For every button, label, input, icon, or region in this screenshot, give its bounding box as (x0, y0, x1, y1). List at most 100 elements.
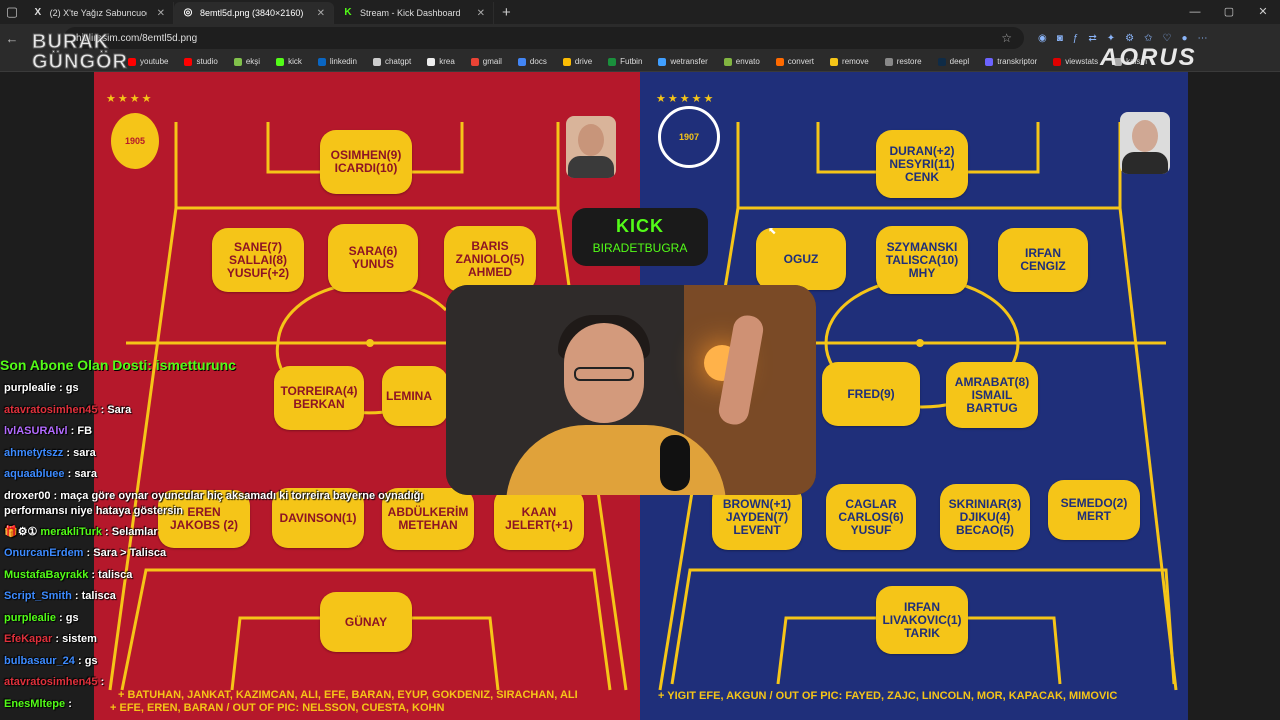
close-tab-icon[interactable]: ✕ (467, 8, 485, 19)
bookmark-favicon-icon (830, 57, 839, 66)
chat-badges-icon: 🎁⚙① (4, 525, 38, 538)
puzzle-icon[interactable]: ✦ (1107, 33, 1115, 44)
bookmark-item[interactable]: remove (830, 57, 869, 66)
tab-x[interactable]: X (2) X'te Yağız Sabuncuoğlu: "Mim ✕ (24, 2, 174, 24)
settings-icon[interactable]: ⚙ (1125, 33, 1134, 44)
chat-text: sara (73, 446, 96, 459)
chat-separator: : (65, 697, 72, 710)
bookmark-star-icon[interactable]: ☆ (1001, 31, 1012, 45)
camera-icon[interactable]: ◙ (1057, 33, 1063, 44)
bookmark-favicon-icon (937, 57, 946, 66)
bookmark-item[interactable]: convert (775, 57, 814, 66)
translate-icon[interactable]: ⇄ (1088, 33, 1096, 44)
chat-username[interactable]: purplealie (4, 612, 56, 624)
bookmark-item[interactable]: deepl (937, 57, 969, 66)
bookmark-favicon-icon (470, 57, 479, 66)
bookmark-item[interactable]: studio (184, 57, 218, 66)
function-icon[interactable]: ƒ (1073, 33, 1079, 44)
chat-username[interactable]: bulbasaur_24 (4, 655, 75, 667)
bookmark-label: gmail (482, 57, 502, 66)
chat-username[interactable]: EnesMltepe (4, 698, 65, 710)
profile-avatar[interactable]: ● (1181, 33, 1187, 44)
bookmark-favicon-icon (562, 57, 571, 66)
bookmark-item[interactable]: youtube (128, 57, 168, 66)
chat-separator: : (97, 676, 105, 688)
chat-message: MustafaBayrakk : talisca (0, 565, 470, 587)
bookmark-item[interactable]: linkedin (317, 57, 357, 66)
chat-username[interactable]: Script_Smith (4, 590, 72, 602)
chat-username[interactable]: lvlASURAlvl (4, 425, 68, 437)
bookmark-favicon-icon (233, 57, 242, 66)
streamer-logo: BURAK GÜNGÖR (32, 31, 128, 73)
tab-actions-icon[interactable]: ▢ (0, 4, 24, 20)
health-icon[interactable]: ♡ (1162, 33, 1171, 44)
tab-label: (2) X'te Yağız Sabuncuoğlu: "Mim (49, 8, 147, 18)
bookmark-item[interactable]: kick (276, 57, 302, 66)
bookmark-item[interactable]: wetransfer (658, 57, 708, 66)
bookmark-item[interactable]: Futbin (608, 57, 642, 66)
bookmark-item[interactable]: drive (562, 57, 593, 66)
maximize-icon[interactable]: ▢ (1212, 0, 1246, 24)
new-tab-button[interactable]: + (494, 4, 519, 21)
chat-username[interactable]: atavratosimhen45 (4, 404, 98, 416)
bookmark-label: linkedin (329, 57, 357, 66)
chat-message: Script_Smith : talisca (0, 586, 470, 608)
chat-separator: : (55, 382, 66, 394)
bookmark-item[interactable]: viewstats (1053, 57, 1098, 66)
bookmarks-bar: youtube studio ekşi kick linkedin chatgpt krea… (0, 52, 1280, 72)
minimize-icon[interactable]: — (1178, 0, 1212, 24)
close-window-icon[interactable]: ✕ (1246, 0, 1280, 24)
url-field[interactable]: hizliresim.com/8emtl5d.png ☆ (64, 27, 1024, 49)
kick-logo-icon: K (344, 7, 352, 18)
tab-image[interactable]: ◎ 8emtl5d.png (3840×2160) ✕ (174, 2, 334, 24)
chat-username[interactable]: EfeKapar (4, 633, 52, 645)
favorites-icon[interactable]: ✩ (1144, 33, 1152, 44)
bookmark-favicon-icon (775, 57, 784, 66)
close-tab-icon[interactable]: ✕ (147, 8, 165, 19)
bookmark-label: docs (529, 57, 547, 66)
chat-text: Sara > Talisca (93, 547, 167, 559)
chat-separator: : (97, 403, 108, 416)
mouse-cursor-icon: ⬉ (768, 226, 777, 237)
fb-right-wing: IRFAN CENGIZ (998, 228, 1088, 292)
bookmark-item[interactable]: transkriptor (985, 57, 1037, 66)
chat-username[interactable]: merakliTurk (40, 526, 102, 538)
bookmark-favicon-icon (658, 57, 667, 66)
tab-kick[interactable]: K Stream - Kick Dashboard ✕ (334, 2, 494, 24)
bookmark-favicon-icon (128, 57, 136, 66)
bookmark-favicon-icon (723, 57, 732, 66)
bookmark-label: drive (574, 57, 593, 66)
chat-message: purplealie : gs (0, 378, 470, 400)
kick-channel-badge: KICK BIRADETBUGRA (572, 208, 708, 266)
bookmark-item[interactable]: chatgpt (372, 57, 411, 66)
close-tab-icon[interactable]: ✕ (307, 8, 325, 19)
chat-username[interactable]: MustafaBayrakk (4, 569, 88, 581)
bookmark-label: remove (842, 57, 869, 66)
chat-username[interactable]: atavratosimhen45 (4, 676, 98, 688)
chat-username[interactable]: OnurcanErdem (4, 547, 83, 559)
chat-separator: : (50, 489, 61, 502)
back-icon[interactable]: ← (0, 31, 24, 46)
chat-username[interactable]: aquaabluee (4, 468, 65, 480)
chat-username[interactable]: ahmetytszz (4, 447, 63, 459)
gs-right-wing: BARIS ZANIOLO(5) AHMED (444, 226, 536, 292)
chat-message: lvlASURAlvl : FB (0, 421, 470, 443)
extension-icon[interactable]: ◉ (1038, 33, 1047, 44)
bookmark-item[interactable]: gmail (470, 57, 502, 66)
bookmark-item[interactable]: ekşi (233, 57, 260, 66)
chat-text: Selamlar (111, 525, 158, 538)
menu-icon[interactable]: ⋯ (1198, 33, 1208, 44)
chat-text: talisca (98, 568, 133, 581)
bookmark-item[interactable]: restore (884, 57, 922, 66)
window-controls: — ▢ ✕ (1178, 0, 1280, 24)
bookmark-item[interactable]: envato (723, 57, 760, 66)
bookmark-item[interactable]: krea (427, 57, 455, 66)
chat-separator: : (88, 568, 99, 581)
chat-message: 🎁⚙① merakliTurk : Selamlar (0, 522, 470, 544)
chat-username[interactable]: purplealie (4, 382, 56, 394)
bookmark-item[interactable]: docs (517, 57, 547, 66)
chat-message: OnurcanErdem : Sara > Talisca (0, 543, 470, 565)
fenerbahce-stars: ★★★★★ (656, 93, 716, 105)
chat-username[interactable]: droxer00 (4, 490, 50, 502)
chat-message: droxer00 : maça göre oynar oyuncular hiç… (0, 486, 470, 522)
